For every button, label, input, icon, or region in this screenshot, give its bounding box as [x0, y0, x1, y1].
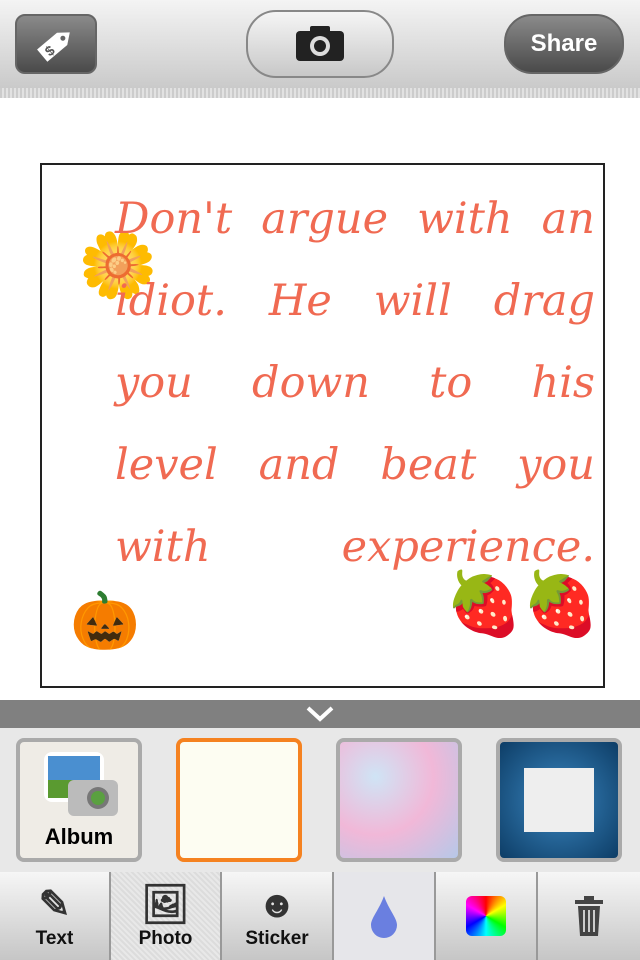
tab-label: Text [35, 928, 74, 949]
chevron-down-icon [306, 706, 334, 722]
background-picker: Album [0, 728, 640, 872]
tab-text[interactable]: ✎ Text [0, 872, 111, 960]
frame-shape [524, 768, 594, 832]
trash-icon [575, 896, 603, 936]
tag-icon: $ [37, 32, 70, 62]
delete-button[interactable] [538, 872, 640, 960]
grunge-frame-thumb[interactable] [496, 738, 622, 862]
tab-photo[interactable]: 🖼 Photo [111, 872, 222, 960]
camera-button[interactable] [246, 10, 394, 78]
tag-button[interactable]: $ [15, 14, 97, 74]
quote-text[interactable]: Don't argue with an idiot. He will drag … [115, 178, 595, 588]
pumpkin-sticker[interactable]: 🎃 [70, 588, 140, 654]
tab-label: Photo [138, 928, 193, 949]
text-color-button[interactable] [334, 872, 436, 960]
divider [0, 88, 640, 98]
card-canvas[interactable]: 🌼 Don't argue with an idiot. He will dra… [0, 98, 640, 700]
share-button[interactable]: Share [504, 14, 624, 74]
camera-icon [296, 26, 344, 61]
edit-icon: ✎ [38, 884, 71, 926]
album-thumb[interactable]: Album [16, 738, 142, 862]
frame-thumb-strawberry[interactable] [176, 738, 302, 862]
drop-icon [371, 896, 397, 938]
album-label: Album [44, 824, 114, 849]
color-wheel-icon [466, 896, 506, 936]
collapse-button[interactable] [0, 700, 640, 728]
tab-sticker[interactable]: ☻ Sticker [222, 872, 334, 960]
color-picker-button[interactable] [436, 872, 538, 960]
tab-label: Sticker [245, 928, 309, 949]
bokeh-thumb[interactable] [336, 738, 462, 862]
image-icon: 🖼 [141, 884, 190, 926]
strawberry-sticker[interactable]: 🍓🍓 [445, 568, 599, 641]
album-photo-icon [44, 752, 118, 816]
bottom-toolbar: ✎ Text 🖼 Photo ☻ Sticker [0, 872, 640, 960]
smiley-icon: ☻ [257, 884, 297, 926]
